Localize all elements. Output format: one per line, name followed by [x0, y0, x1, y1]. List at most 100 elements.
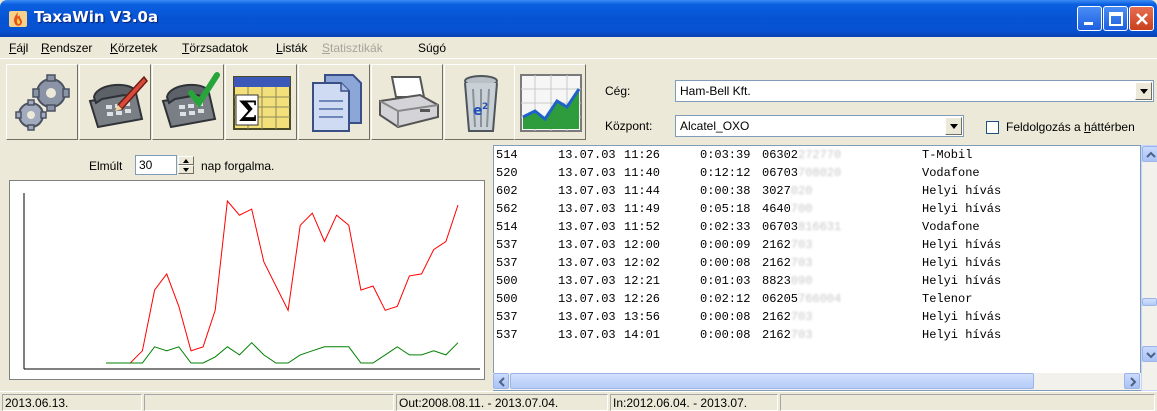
call-number-hidden: 816631	[798, 220, 842, 234]
status-bar: 2013.06.13. Out:2008.08.11. - 2013.07.04…	[0, 391, 1157, 411]
flame-app-icon	[9, 11, 27, 27]
call-number-hidden: 703	[790, 328, 813, 342]
period-days-spinner[interactable]	[178, 156, 194, 174]
call-duration: 0:00:08	[700, 328, 751, 342]
call-ext: 500	[496, 274, 518, 288]
call-carrier: Helyi hívás	[922, 256, 1002, 270]
list-item[interactable]: 514 13.07.03 11:26 0:03:39 06302 272770 T-Mobi…	[494, 148, 1140, 166]
call-duration: 0:12:12	[700, 166, 751, 180]
company-select[interactable]: Ham-Bell Kft.	[675, 80, 1154, 102]
scroll-left-icon[interactable]	[493, 373, 509, 389]
call-number: 06205	[762, 292, 799, 306]
call-carrier: Helyi hívás	[922, 328, 1002, 342]
exchange-dropdown-icon[interactable]	[945, 117, 962, 135]
exchange-value: Alcatel_OXO	[680, 119, 750, 133]
menu-lists[interactable]: Listák	[276, 41, 307, 55]
period-days-input[interactable]: 30	[135, 155, 177, 175]
documents-button[interactable]	[298, 64, 370, 140]
call-duration: 0:00:09	[700, 238, 751, 252]
traffic-chart	[9, 180, 485, 380]
menu-statistics[interactable]: Statisztikák	[322, 41, 383, 55]
call-number: 06302	[762, 148, 799, 162]
period-suffix-label: nap forgalma.	[201, 159, 275, 173]
menu-master-data[interactable]: Törzsadatok	[182, 41, 248, 55]
maximize-button[interactable]	[1103, 6, 1128, 31]
list-item[interactable]: 562 13.07.03 11:49 0:05:18 4640 700 Helyi hívá…	[494, 202, 1140, 220]
minimize-button[interactable]	[1077, 6, 1102, 31]
call-time: 12:21	[624, 274, 661, 288]
vertical-scrollbar[interactable]	[1141, 145, 1157, 391]
list-item[interactable]: 514 13.07.03 11:52 0:02:33 06703 816631 Vodafo…	[494, 220, 1140, 238]
background-processing-checkbox[interactable]	[986, 121, 999, 134]
call-number-hidden: 703	[790, 238, 813, 252]
printer-icon	[379, 76, 439, 129]
period-prefix-label: Elmúlt	[89, 159, 123, 173]
call-date: 13.07.03	[558, 292, 616, 306]
background-processing-label[interactable]: Feldolgozás a háttérben	[1006, 120, 1135, 134]
call-carrier: Helyi hívás	[922, 238, 1002, 252]
minimize-icon	[1084, 22, 1093, 25]
list-item[interactable]: 537 13.07.03 12:02 0:00:08 2162 703 Helyi hívá…	[494, 256, 1140, 274]
call-number: 2162	[762, 310, 791, 324]
status-date: 2013.06.13.	[2, 394, 142, 411]
sum-calendar-icon: Σ	[233, 76, 291, 130]
call-number-hidden: 090	[790, 274, 813, 288]
call-ext: 500	[496, 292, 518, 306]
call-ext: 514	[496, 148, 518, 162]
horizontal-scroll-thumb[interactable]	[510, 373, 1034, 389]
call-ext: 562	[496, 202, 518, 216]
call-number: 2162	[762, 328, 791, 342]
call-number: 3027	[762, 184, 791, 198]
recycle-bin-button[interactable]: e 2	[444, 64, 516, 140]
call-date: 13.07.03	[558, 166, 616, 180]
call-duration: 0:02:33	[700, 220, 751, 234]
svg-text:Σ: Σ	[238, 95, 258, 128]
vertical-scroll-thumb[interactable]	[1142, 298, 1157, 306]
traffic-chart-svg	[23, 193, 480, 370]
call-date: 13.07.03	[558, 310, 616, 324]
scroll-down-icon[interactable]	[1142, 346, 1157, 362]
list-item[interactable]: 500 13.07.03 12:21 0:01:03 8823 090 Helyi hívá…	[494, 274, 1140, 292]
scroll-up-icon[interactable]	[1142, 146, 1157, 162]
call-carrier: Vodafone	[922, 220, 980, 234]
menu-system[interactable]: Rendszer	[41, 41, 92, 55]
recycle-bin-icon: e 2	[464, 75, 498, 132]
menu-file[interactable]: Fájl	[9, 41, 28, 55]
close-button[interactable]	[1129, 6, 1154, 31]
list-item[interactable]: 537 13.07.03 14:01 0:00:08 2162 703 Helyi hívá…	[494, 328, 1140, 346]
phone-check-button[interactable]	[152, 64, 224, 140]
call-number: 06703	[762, 166, 799, 180]
call-time: 12:26	[624, 292, 661, 306]
list-item[interactable]: 520 13.07.03 11:40 0:12:12 06703 708020 Vodafo…	[494, 166, 1140, 184]
call-duration: 0:02:12	[700, 292, 751, 306]
call-carrier: Telenor	[922, 292, 973, 306]
spin-up-icon[interactable]	[178, 156, 194, 165]
company-dropdown-icon[interactable]	[1135, 82, 1152, 100]
phone-edit-button[interactable]	[79, 64, 151, 140]
settings-button[interactable]	[6, 64, 78, 140]
list-item[interactable]: 537 13.07.03 13:56 0:00:08 2162 703 Helyi hívá…	[494, 310, 1140, 328]
exchange-select[interactable]: Alcatel_OXO	[675, 115, 964, 137]
call-duration: 0:00:08	[700, 256, 751, 270]
menu-districts[interactable]: Körzetek	[110, 41, 157, 55]
call-ext: 514	[496, 220, 518, 234]
horizontal-scrollbar[interactable]	[493, 373, 1141, 390]
menu-help[interactable]: Súgó	[418, 41, 446, 55]
call-time: 11:26	[624, 148, 661, 162]
spin-down-icon[interactable]	[178, 165, 194, 174]
sum-calendar-button[interactable]: Σ	[225, 64, 297, 140]
scroll-right-icon[interactable]	[1124, 373, 1140, 389]
title-bar[interactable]: TaxaWin V3.0a	[0, 0, 1157, 37]
company-label: Cég:	[605, 84, 631, 98]
list-item[interactable]: 500 13.07.03 12:26 0:02:12 06205 766004 Teleno…	[494, 292, 1140, 310]
print-button[interactable]	[371, 64, 443, 140]
documents-icon	[312, 74, 362, 132]
statistics-button[interactable]	[514, 64, 586, 140]
call-carrier: Helyi hívás	[922, 274, 1002, 288]
call-time: 11:49	[624, 202, 661, 216]
list-item[interactable]: 602 13.07.03 11:44 0:00:38 3027 020 Helyi hívá…	[494, 184, 1140, 202]
call-time: 11:52	[624, 220, 661, 234]
call-list[interactable]: 514 13.07.03 11:26 0:03:39 06302 272770 T-Mobi…	[493, 145, 1141, 391]
list-item[interactable]: 537 13.07.03 12:00 0:00:09 2162 703 Helyi hívá…	[494, 238, 1140, 256]
company-value: Ham-Bell Kft.	[680, 84, 751, 98]
